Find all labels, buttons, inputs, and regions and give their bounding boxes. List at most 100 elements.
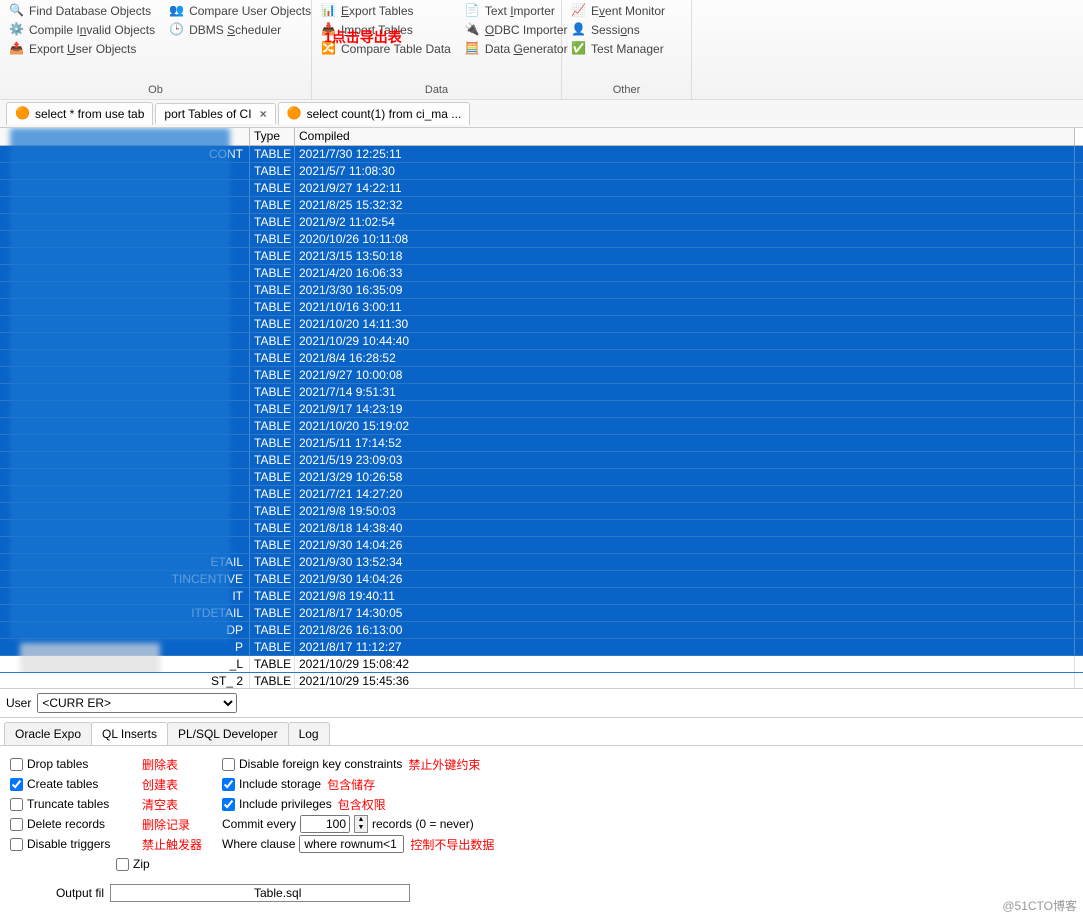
- table-row[interactable]: TABLE2021/3/30 16:35:09: [0, 282, 1083, 299]
- chk-disable-triggers[interactable]: [10, 838, 23, 851]
- event-monitor[interactable]: 📈Event Monitor: [568, 2, 668, 20]
- cell-compiled: 2021/9/30 13:52:34: [295, 554, 1075, 570]
- export-tables[interactable]: 📊Export Tables: [318, 2, 454, 20]
- input-commit-every[interactable]: [300, 815, 350, 833]
- text-importer[interactable]: 📄Text Importer: [462, 2, 571, 20]
- opt-tab-plsql-developer[interactable]: PL/SQL Developer: [167, 722, 289, 745]
- annot-include-storage: 包含储存: [327, 776, 375, 793]
- table-row[interactable]: TABLE2021/8/4 16:28:52: [0, 350, 1083, 367]
- cell-compiled: 2021/8/17 11:12:27: [295, 639, 1075, 655]
- text-importer-icon: 📄: [465, 3, 481, 19]
- table-row[interactable]: TABLE2021/9/8 19:50:03: [0, 503, 1083, 520]
- table-row[interactable]: TABLE2021/10/20 14:11:30: [0, 316, 1083, 333]
- cell-type: TABLE: [250, 231, 295, 247]
- table-row[interactable]: ITDETAILTABLE2021/8/17 14:30:05: [0, 605, 1083, 622]
- ribbon-group-data-label: Data: [318, 83, 555, 97]
- tab-sql-select[interactable]: 🟠select * from use tab: [6, 102, 153, 125]
- cell-type: TABLE: [250, 248, 295, 264]
- document-tabs: 🟠select * from use tab port Tables of CI…: [0, 100, 1083, 128]
- cell-type: TABLE: [250, 197, 295, 213]
- table-row[interactable]: TABLE2021/9/2 11:02:54: [0, 214, 1083, 231]
- stepper-commit-every[interactable]: ▲▼: [354, 815, 368, 833]
- opt-tab-sql-inserts[interactable]: QL Inserts: [91, 722, 168, 745]
- table-row[interactable]: TABLE2021/5/11 17:14:52: [0, 435, 1083, 452]
- find-database-objects[interactable]: 🔍Find Database Objects: [6, 2, 158, 20]
- cell-name: [0, 435, 250, 451]
- tab-sql-count[interactable]: 🟠select count(1) from ci_ma ...: [278, 102, 471, 125]
- table-row[interactable]: TABLE2021/10/20 15:19:02: [0, 418, 1083, 435]
- cell-compiled: 2021/9/30 14:04:26: [295, 537, 1075, 553]
- opt-tab-log[interactable]: Log: [288, 722, 330, 745]
- data-generator[interactable]: 🧮Data Generator: [462, 40, 571, 58]
- table-row[interactable]: TABLE2021/5/19 23:09:03: [0, 452, 1083, 469]
- chk-truncate-tables[interactable]: [10, 798, 23, 811]
- opt-tab-oracle-export[interactable]: Oracle Expo: [4, 722, 92, 745]
- table-row[interactable]: TABLE2021/9/27 10:00:08: [0, 367, 1083, 384]
- cell-compiled: 2021/3/15 13:50:18: [295, 248, 1075, 264]
- cell-type: TABLE: [250, 639, 295, 655]
- table-row[interactable]: DPTABLE2021/8/26 16:13:00: [0, 622, 1083, 639]
- export-user-objects[interactable]: 📤Export User Objects: [6, 40, 158, 58]
- table-row[interactable]: TABLE2021/8/25 15:32:32: [0, 197, 1083, 214]
- table-row[interactable]: ETAILTABLE2021/9/30 13:52:34: [0, 554, 1083, 571]
- cell-name: _L: [0, 656, 250, 672]
- stepper-down-icon[interactable]: ▼: [355, 824, 367, 832]
- cell-name: CONT: [0, 146, 250, 162]
- lbl-include-storage: Include storage: [239, 777, 321, 791]
- table-row[interactable]: PTABLE2021/8/17 11:12:27: [0, 639, 1083, 656]
- stepper-up-icon[interactable]: ▲: [355, 816, 367, 824]
- table-row[interactable]: TABLE2021/9/30 14:04:26: [0, 537, 1083, 554]
- chk-create-tables[interactable]: [10, 778, 23, 791]
- user-select[interactable]: <CURR ER>: [37, 693, 237, 713]
- ribbon-toolbar: 🔍Find Database Objects ⚙️Compile Invalid…: [0, 0, 1083, 100]
- close-tab-icon[interactable]: ×: [260, 107, 267, 121]
- chk-zip[interactable]: [116, 858, 129, 871]
- cell-type: TABLE: [250, 452, 295, 468]
- table-row[interactable]: TABLE2021/8/18 14:38:40: [0, 520, 1083, 537]
- chk-include-storage[interactable]: [222, 778, 235, 791]
- col-name[interactable]: [0, 128, 250, 145]
- table-row[interactable]: TABLE2021/7/14 9:51:31: [0, 384, 1083, 401]
- user-bar: User <CURR ER>: [0, 688, 1083, 718]
- table-row[interactable]: TABLE2021/3/29 10:26:58: [0, 469, 1083, 486]
- chk-drop-tables[interactable]: [10, 758, 23, 771]
- table-row[interactable]: TABLE2021/5/7 11:08:30: [0, 163, 1083, 180]
- col-compiled[interactable]: Compiled: [295, 128, 1075, 145]
- cell-type: TABLE: [250, 282, 295, 298]
- chk-delete-records[interactable]: [10, 818, 23, 831]
- sessions[interactable]: 👤Sessions: [568, 21, 668, 39]
- cell-compiled: 2021/10/29 15:08:42: [295, 656, 1075, 672]
- chk-disable-fk[interactable]: [222, 758, 235, 771]
- table-row[interactable]: TABLE2021/10/16 3:00:11: [0, 299, 1083, 316]
- cell-name: [0, 520, 250, 536]
- cell-type: TABLE: [250, 265, 295, 281]
- table-row[interactable]: CONTTABLE2021/7/30 12:25:11: [0, 146, 1083, 163]
- table-row[interactable]: TABLE2021/4/20 16:06:33: [0, 265, 1083, 282]
- compare-user-objects[interactable]: 👥Compare User Objects: [166, 2, 314, 20]
- odbc-importer-icon: 🔌: [465, 22, 481, 38]
- input-output-file[interactable]: Table.sql: [110, 884, 410, 902]
- table-row[interactable]: TABLE2021/3/15 13:50:18: [0, 248, 1083, 265]
- table-row[interactable]: ITTABLE2021/9/8 19:40:11: [0, 588, 1083, 605]
- tab-export-tables[interactable]: port Tables of CI×: [155, 103, 275, 124]
- table-row[interactable]: ST_ 2TABLE2021/10/29 15:45:36: [0, 673, 1083, 688]
- chk-include-privileges[interactable]: [222, 798, 235, 811]
- input-where-clause[interactable]: [299, 835, 404, 853]
- table-row[interactable]: TABLE2021/9/27 14:22:11: [0, 180, 1083, 197]
- cell-name: [0, 350, 250, 366]
- dbms-scheduler[interactable]: 🕒DBMS Scheduler: [166, 21, 314, 39]
- table-row[interactable]: TABLE2021/9/17 14:23:19: [0, 401, 1083, 418]
- table-row[interactable]: TABLE2021/7/21 14:27:20: [0, 486, 1083, 503]
- compile-invalid-objects[interactable]: ⚙️Compile Invalid Objects: [6, 21, 158, 39]
- ribbon-group-objects-label: Ob: [6, 83, 305, 97]
- odbc-importer[interactable]: 🔌ODBC Importer: [462, 21, 571, 39]
- table-row[interactable]: _LTABLE2021/10/29 15:08:42: [0, 656, 1083, 673]
- table-row[interactable]: TABLE2020/10/26 10:11:08: [0, 231, 1083, 248]
- table-row[interactable]: TINCENTIVETABLE2021/9/30 14:04:26: [0, 571, 1083, 588]
- table-row[interactable]: TABLE2021/10/29 10:44:40: [0, 333, 1083, 350]
- test-manager[interactable]: ✅Test Manager: [568, 40, 668, 58]
- tables-grid[interactable]: Type Compiled CONTTABLE2021/7/30 12:25:1…: [0, 128, 1083, 688]
- col-type[interactable]: Type: [250, 128, 295, 145]
- user-label: User: [6, 696, 31, 710]
- sql-icon: 🟠: [15, 106, 31, 122]
